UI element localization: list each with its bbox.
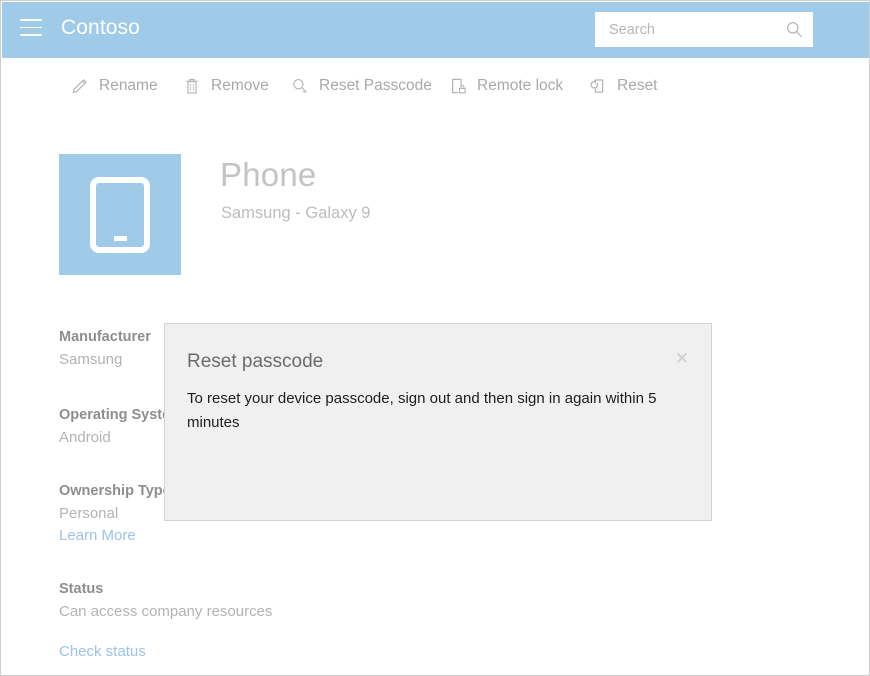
toolbar-label: Rename	[99, 77, 158, 95]
phone-icon	[90, 177, 150, 253]
toolbar-button-reset-passcode[interactable]: Reset Passcode	[290, 68, 432, 104]
dialog-title: Reset passcode	[187, 351, 323, 373]
search-icon[interactable]	[785, 20, 804, 39]
hamburger-line	[20, 19, 42, 21]
field-label: Manufacturer	[59, 329, 151, 345]
toolbar-label: Remove	[211, 77, 269, 95]
detail-field-ownership-type: Ownership Type Personal Learn More	[59, 483, 171, 544]
hamburger-line	[20, 34, 42, 36]
close-icon[interactable]: ✕	[671, 348, 693, 370]
learn-more-link[interactable]: Learn More	[59, 527, 171, 544]
toolbar-label: Reset Passcode	[319, 77, 432, 95]
app-brand-title: Contoso	[61, 16, 140, 40]
reset-passcode-dialog: Reset passcode ✕ To reset your device pa…	[164, 323, 712, 521]
field-value: Samsung	[59, 351, 151, 368]
hamburger-menu-icon[interactable]	[20, 19, 42, 37]
app-header-bar: Contoso	[2, 2, 870, 58]
dialog-body-text: To reset your device passcode, sign out …	[187, 387, 665, 435]
command-toolbar: Rename Remove Reset Passcode	[2, 58, 870, 120]
device-model: Samsung - Galaxy 9	[221, 204, 370, 223]
toolbar-button-remote-lock[interactable]: Remote lock	[448, 68, 563, 104]
device-name: Phone	[220, 156, 316, 194]
toolbar-button-reset[interactable]: Reset	[588, 68, 658, 104]
magnifier-key-icon	[290, 76, 310, 96]
device-lock-icon	[448, 76, 468, 96]
toolbar-label: Reset	[617, 77, 658, 95]
device-tile	[59, 154, 181, 275]
field-value: Can access company resources	[59, 603, 272, 620]
search-box[interactable]	[595, 12, 813, 47]
trash-icon	[182, 76, 202, 96]
field-label: Ownership Type	[59, 483, 171, 499]
toolbar-button-rename[interactable]: Rename	[70, 68, 158, 104]
app-window: Contoso Rename Remov	[0, 0, 870, 676]
field-label: Status	[59, 581, 272, 597]
toolbar-button-remove[interactable]: Remove	[182, 68, 269, 104]
toolbar-label: Remote lock	[477, 77, 563, 95]
search-input[interactable]	[595, 12, 781, 47]
hamburger-line	[20, 27, 42, 29]
pencil-icon	[70, 76, 90, 96]
detail-field-status: Status Can access company resources	[59, 581, 272, 620]
device-reset-icon	[588, 76, 608, 96]
detail-field-manufacturer: Manufacturer Samsung	[59, 329, 151, 368]
check-status-link[interactable]: Check status	[59, 643, 146, 660]
field-value: Personal	[59, 505, 171, 522]
